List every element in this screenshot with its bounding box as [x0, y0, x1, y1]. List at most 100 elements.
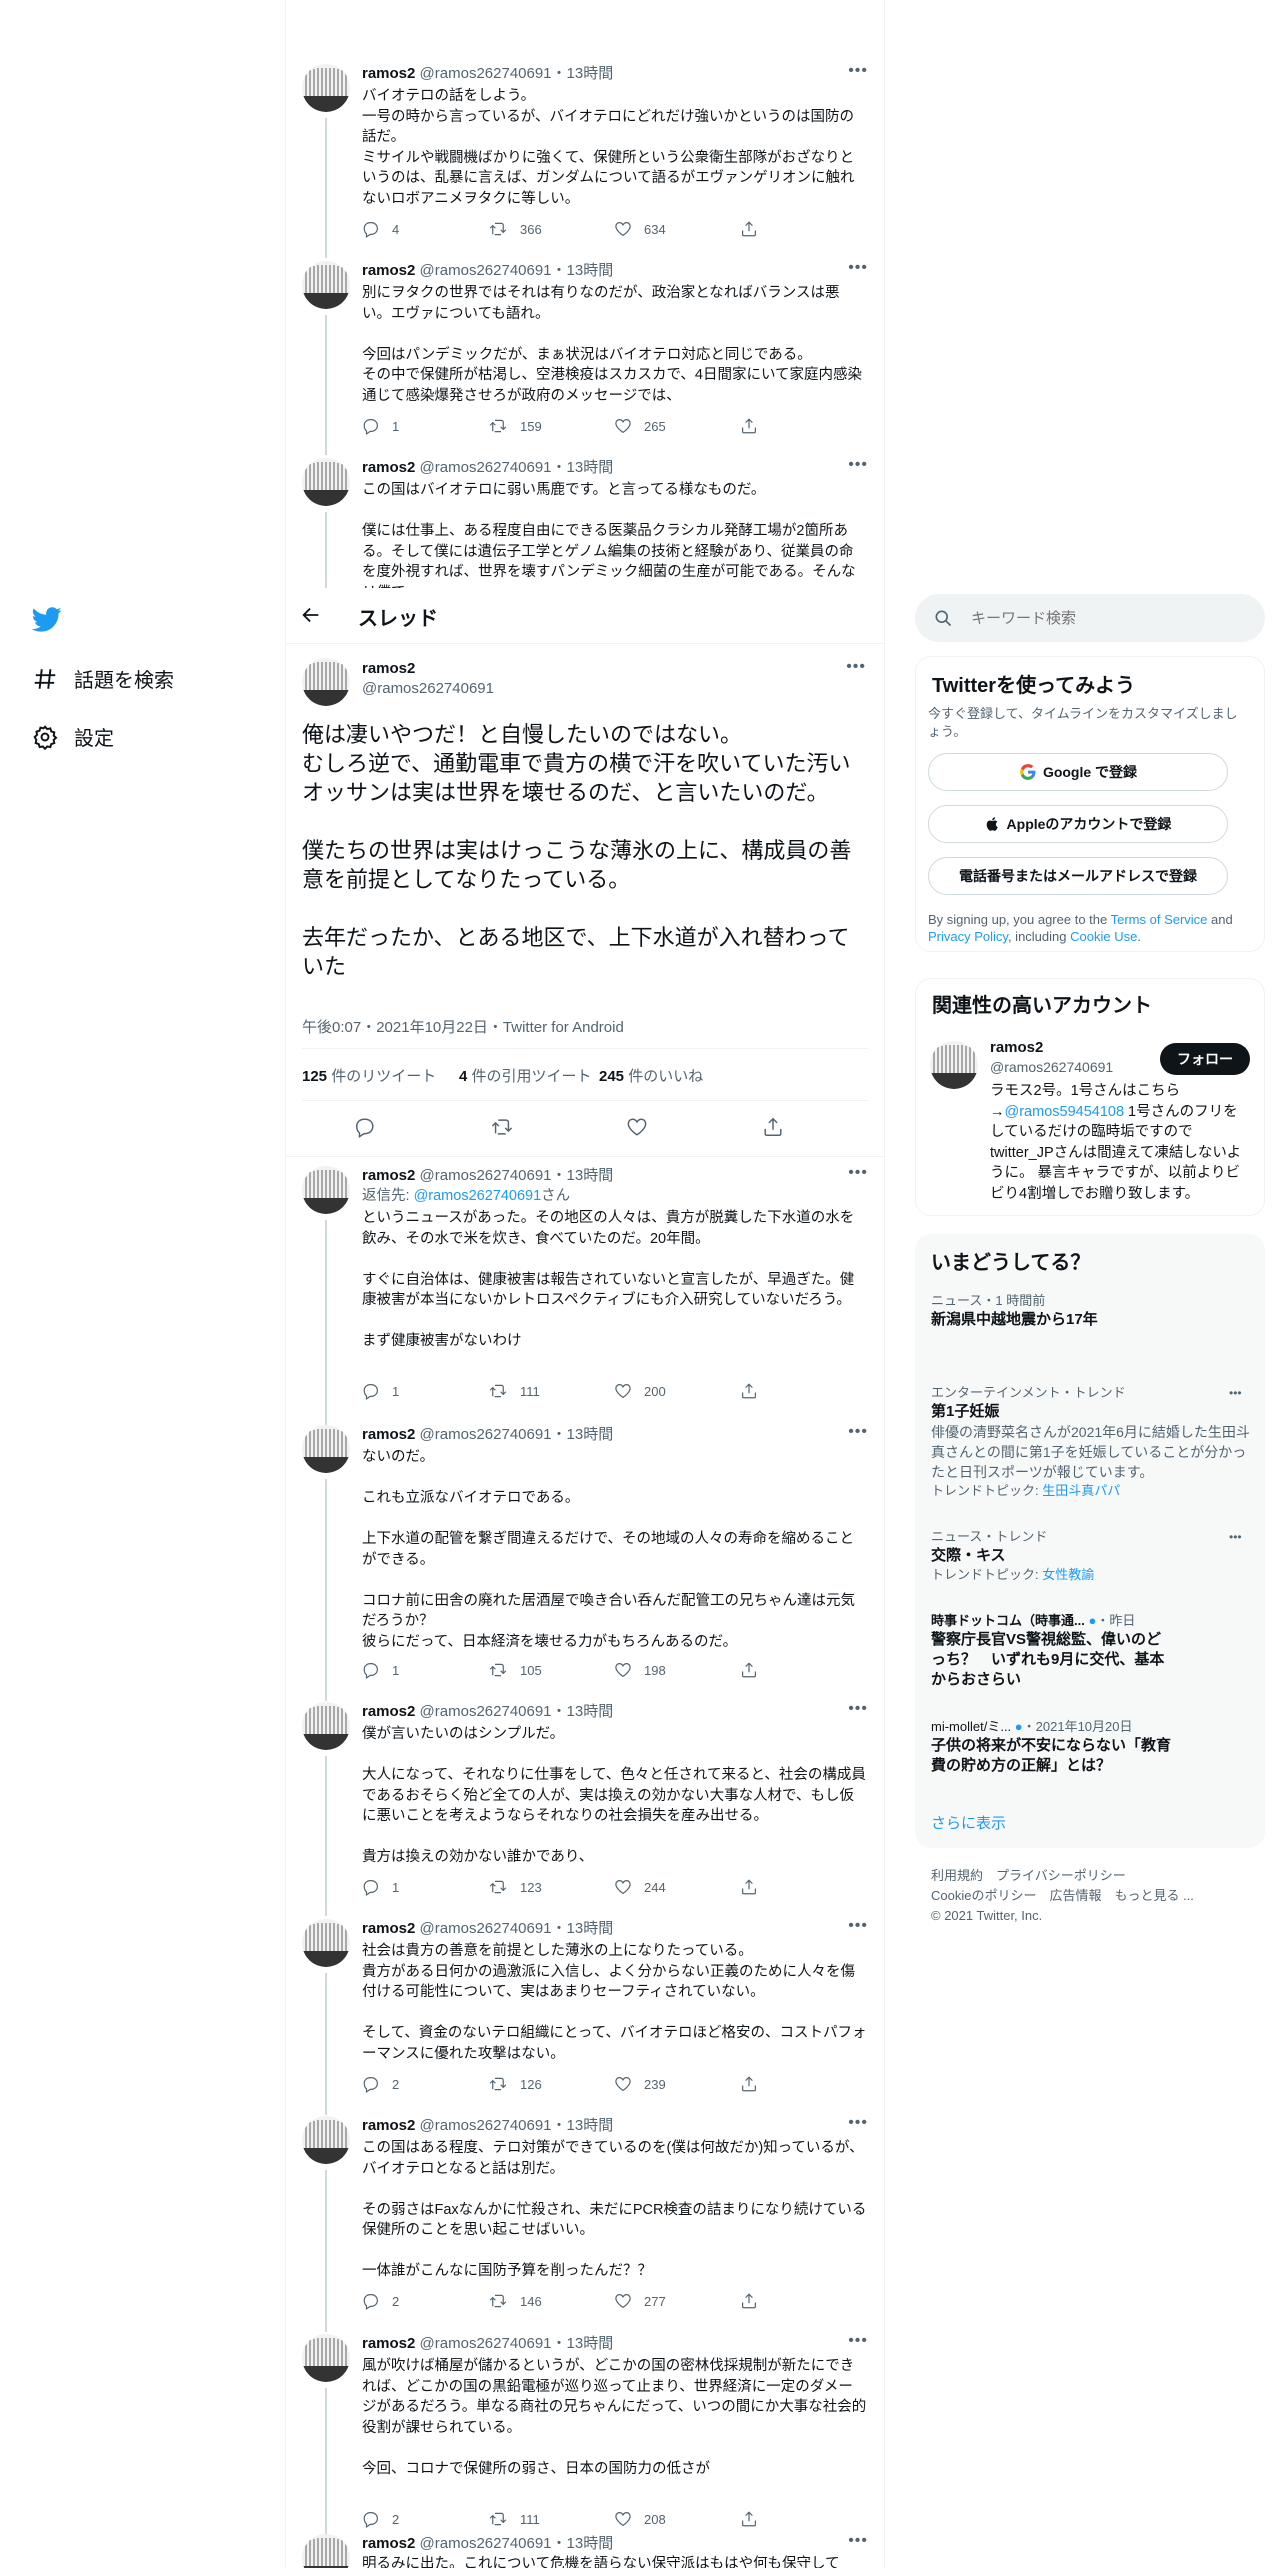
more-icon[interactable]: ••• [1229, 1530, 1242, 1544]
reply-button[interactable]: 2 [362, 2292, 399, 2310]
more-icon[interactable]: ••• [848, 2534, 868, 2550]
privacy-link[interactable]: Privacy Policy [928, 929, 1008, 944]
share-icon[interactable] [762, 1116, 784, 1143]
more-icon[interactable]: ••• [848, 1917, 868, 1935]
author-handle[interactable]: @ramos262740691 [420, 262, 552, 279]
more-icon[interactable]: ••• [846, 658, 866, 676]
more-icon[interactable]: ••• [848, 259, 868, 277]
author-handle[interactable]: @ramos262740691 [362, 680, 494, 697]
share-button[interactable] [740, 2292, 770, 2310]
more-icon[interactable]: ••• [848, 2332, 868, 2350]
avatar[interactable] [302, 1919, 350, 1967]
show-more-link[interactable]: さらに表示 [931, 1812, 1006, 1833]
share-button[interactable] [740, 1382, 770, 1400]
share-button[interactable] [740, 417, 770, 435]
cookie-link[interactable]: Cookie Use [1070, 929, 1137, 944]
author-handle[interactable]: @ramos262740691 [420, 1167, 552, 1184]
footer-links-1[interactable]: 利用規約 プライバシーポリシー [931, 1866, 1261, 1886]
tweet-time[interactable]: 13時間 [567, 1426, 614, 1443]
news-item[interactable]: 時事ドットコム（時事通... ●・昨日 警察庁長官VS警視総監、偉いのどっち？ … [931, 1612, 1251, 1690]
reply-button[interactable]: 4 [362, 220, 399, 238]
tweet-time[interactable]: 13時間 [567, 2117, 614, 2134]
avatar[interactable] [302, 64, 350, 112]
quotes-stat[interactable]: 4 件の引用ツイート [459, 1065, 592, 1086]
avatar[interactable] [302, 1702, 350, 1750]
tweet-time[interactable]: 13時間 [567, 2535, 614, 2552]
retweet-button[interactable]: 366 [488, 220, 542, 238]
related-handle[interactable]: @ramos262740691 [990, 1059, 1113, 1075]
retweet-button[interactable]: 105 [488, 1661, 542, 1679]
author-name[interactable]: ramos2 [362, 65, 415, 82]
reply-to-link[interactable]: @ramos262740691 [414, 1188, 542, 1204]
like-button[interactable]: 208 [614, 2510, 666, 2528]
author-handle[interactable]: @ramos262740691 [420, 65, 552, 82]
tweet-time[interactable]: 13時間 [567, 1920, 614, 1937]
trend-item[interactable]: ニュース・トレンド 交際・キス トレンドトピック: 女性教諭 [931, 1528, 1251, 1584]
trend-item[interactable]: ニュース・1 時間前 新潟県中越地震から17年 [931, 1292, 1251, 1330]
follow-button[interactable]: フォロー [1160, 1043, 1250, 1075]
share-button[interactable] [740, 1878, 770, 1896]
avatar[interactable] [302, 1166, 350, 1214]
author-name[interactable]: ramos2 [362, 1167, 415, 1184]
tweet-time[interactable]: 13時間 [567, 262, 614, 279]
retweet-button[interactable]: 123 [488, 1878, 542, 1896]
like-button[interactable]: 634 [614, 220, 666, 238]
retweet-button[interactable]: 111 [488, 1382, 540, 1400]
avatar[interactable] [302, 658, 350, 706]
author-handle[interactable]: @ramos262740691 [420, 2335, 552, 2352]
retweet-icon[interactable] [490, 1116, 514, 1143]
author-name[interactable]: ramos2 [362, 459, 415, 476]
author-handle[interactable]: @ramos262740691 [420, 1703, 552, 1720]
more-icon[interactable]: ••• [1229, 1386, 1242, 1400]
share-button[interactable] [740, 2510, 770, 2528]
like-button[interactable]: 198 [614, 1661, 666, 1679]
avatar[interactable] [930, 1041, 978, 1089]
news-item[interactable]: mi-mollet/ミ... ●・2021年10月20日 子供の将来が不安になら… [931, 1718, 1251, 1776]
avatar[interactable] [302, 458, 350, 506]
retweet-button[interactable]: 126 [488, 2075, 542, 2093]
arrow-left-icon[interactable] [300, 604, 322, 631]
avatar[interactable] [302, 2334, 350, 2382]
like-button[interactable]: 239 [614, 2075, 666, 2093]
avatar[interactable] [302, 1425, 350, 1473]
like-button[interactable]: 244 [614, 1878, 666, 1896]
reply-tweet[interactable]: ramos2 @ramos262740691・13時間 ••• この国はある程度… [286, 2114, 886, 2332]
bio-mention-link[interactable]: @ramos59454108 [1005, 1104, 1125, 1120]
reply-button[interactable]: 1 [362, 1382, 399, 1400]
reply-button[interactable]: 1 [362, 1878, 399, 1896]
like-button[interactable]: 265 [614, 417, 666, 435]
retweet-button[interactable]: 146 [488, 2292, 542, 2310]
author-name[interactable]: ramos2 [362, 2535, 415, 2552]
retweets-stat[interactable]: 125 件のリツイート [302, 1065, 436, 1086]
tweet-time[interactable]: 13時間 [567, 459, 614, 476]
reply-tweet[interactable]: ramos2 @ramos262740691・13時間 ••• 返信先: @ra… [286, 1164, 886, 1425]
heart-icon[interactable] [626, 1116, 648, 1143]
retweet-button[interactable]: 159 [488, 417, 542, 435]
author-name[interactable]: ramos2 [362, 1920, 415, 1937]
author-handle[interactable]: @ramos262740691 [420, 2117, 552, 2134]
likes-stat[interactable]: 245 件のいいね [599, 1065, 703, 1086]
apple-signup-button[interactable]: Appleのアカウントで登録 [928, 805, 1228, 843]
author-handle[interactable]: @ramos262740691 [420, 1920, 552, 1937]
author-name[interactable]: ramos2 [362, 1426, 415, 1443]
share-button[interactable] [740, 220, 770, 238]
more-icon[interactable]: ••• [848, 458, 868, 474]
more-icon[interactable]: ••• [848, 1164, 868, 1182]
author-name[interactable]: ramos2 [362, 262, 415, 279]
trend-item[interactable]: エンターテインメント・トレンド 第1子妊娠 俳優の清野菜名さんが2021年6月に… [931, 1384, 1251, 1500]
tweet-time[interactable]: 13時間 [567, 1167, 614, 1184]
reply-tweet[interactable]: ramos2 @ramos262740691・13時間 ••• 風が吹けば桶屋が… [286, 2332, 886, 2550]
tweet-time[interactable]: 13時間 [567, 65, 614, 82]
reply-icon[interactable] [354, 1116, 376, 1143]
tweet-time[interactable]: 13時間 [567, 1703, 614, 1720]
avatar[interactable] [302, 2116, 350, 2164]
nav-explore[interactable]: 話題を検索 [32, 664, 174, 693]
share-button[interactable] [740, 1661, 770, 1679]
reply-button[interactable]: 2 [362, 2510, 399, 2528]
author-handle[interactable]: @ramos262740691 [420, 2535, 552, 2552]
avatar[interactable] [302, 261, 350, 309]
like-button[interactable]: 277 [614, 2292, 666, 2310]
author-name[interactable]: ramos2 [362, 2117, 415, 2134]
search-input[interactable] [971, 606, 1241, 630]
reply-tweet[interactable]: ramos2 @ramos262740691・13時間 ••• 僕が言いたいのは… [286, 1700, 886, 1916]
